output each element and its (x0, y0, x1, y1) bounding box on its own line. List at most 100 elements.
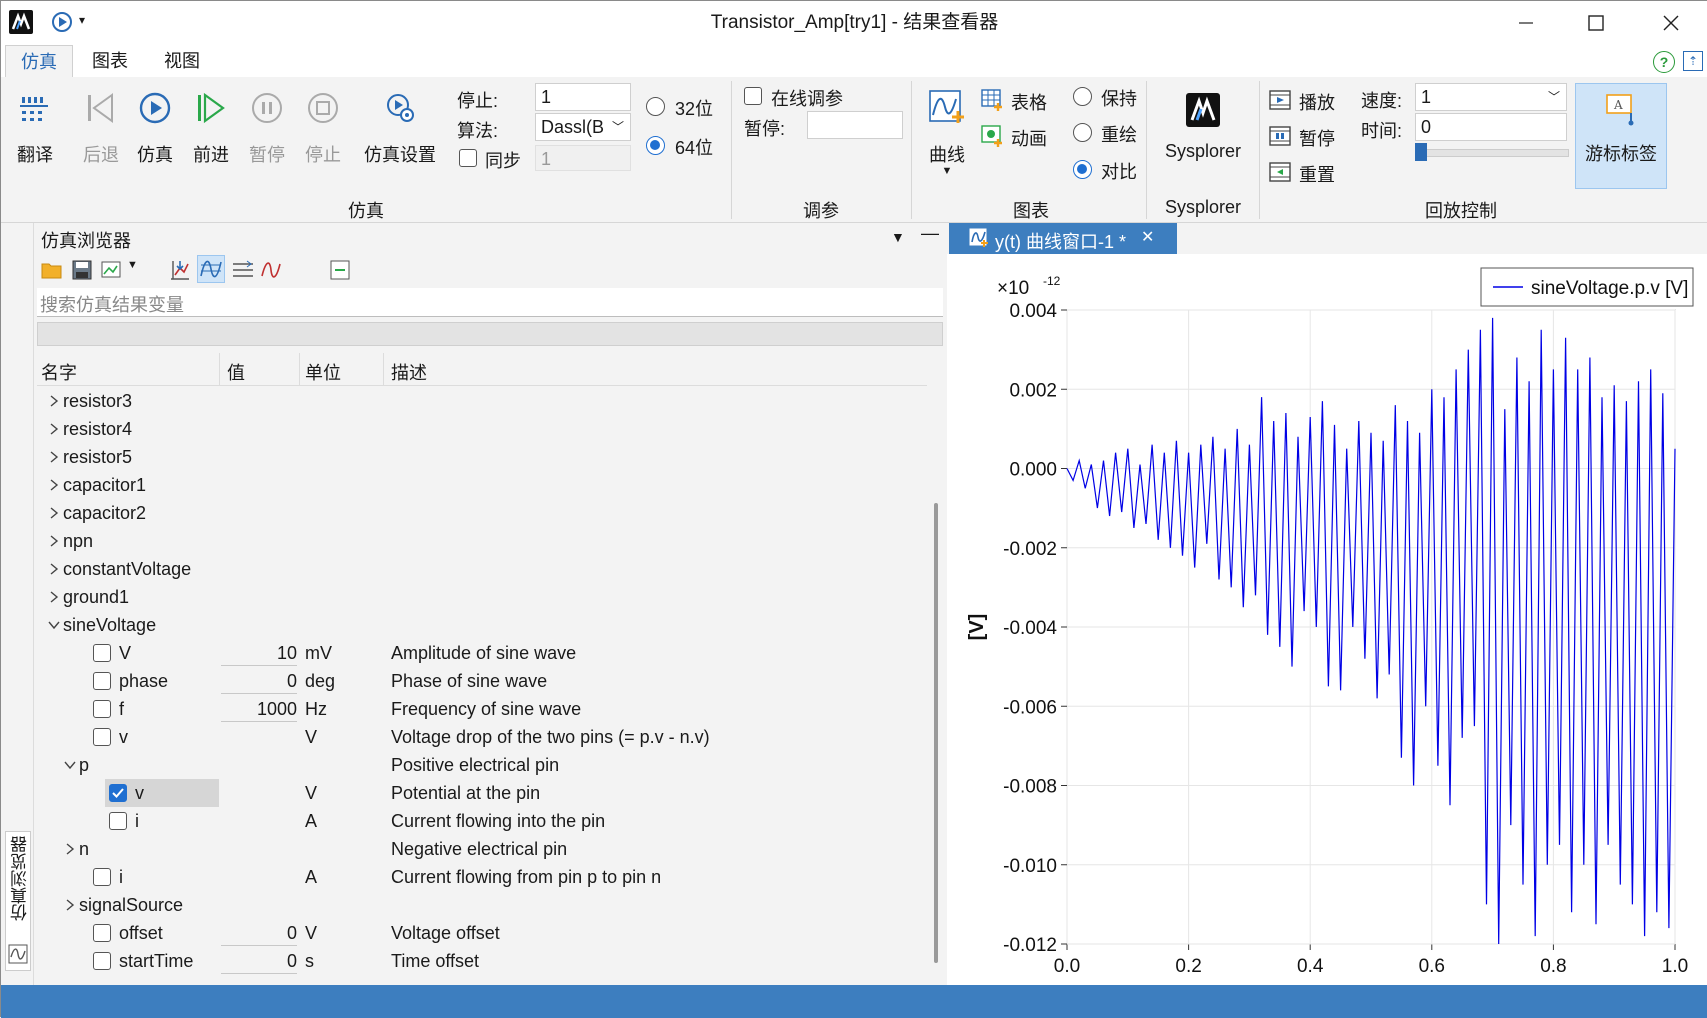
save-icon[interactable] (71, 259, 93, 281)
variable-checkbox[interactable] (93, 644, 111, 662)
tree-row[interactable]: capacitor2 (37, 499, 967, 527)
column-header-name[interactable]: 名字 (41, 359, 77, 385)
panel-menu-icon[interactable]: ▼ (891, 229, 905, 245)
variable-value-field[interactable]: 1000 (221, 697, 297, 722)
stop-button[interactable]: 停止 (295, 89, 351, 169)
tree-row[interactable]: capacitor1 (37, 471, 967, 499)
step-back-button[interactable]: 后退 (73, 89, 129, 169)
curve-button[interactable]: 曲线 ▼ (919, 89, 975, 189)
tree-row[interactable]: sineVoltage (37, 611, 967, 639)
tab-view[interactable]: 视图 (149, 45, 215, 77)
chevron-right-icon[interactable] (47, 590, 61, 604)
time-slider-track[interactable] (1415, 149, 1569, 157)
variable-checkbox[interactable] (93, 924, 111, 942)
column-header-value[interactable]: 值 (227, 359, 245, 385)
tree-row[interactable]: V 10 mV Amplitude of sine wave (37, 639, 967, 667)
keep-radio[interactable] (1073, 87, 1092, 106)
tree-row[interactable]: f 1000 Hz Frequency of sine wave (37, 695, 967, 723)
column-header-description[interactable]: 描述 (391, 359, 427, 385)
curve-mode-toggle[interactable] (197, 255, 225, 283)
simulate-button[interactable]: 仿真 (127, 89, 183, 169)
open-folder-icon[interactable] (41, 259, 63, 281)
playback-play-button[interactable]: 播放 (1269, 87, 1349, 115)
tree-row[interactable]: resistor4 (37, 415, 967, 443)
export-image-icon[interactable] (101, 259, 123, 281)
variable-checkbox[interactable] (93, 700, 111, 718)
variable-search-input[interactable]: 搜索仿真结果变量 (37, 288, 943, 317)
sync-checkbox[interactable] (459, 149, 477, 167)
tree-row[interactable]: v V Voltage drop of the two pins (= p.v - … (37, 723, 967, 751)
help-icon[interactable]: ? (1653, 51, 1675, 73)
ribbon-collapse-icon[interactable]: ⇡ (1683, 51, 1703, 71)
maximize-button[interactable] (1561, 1, 1631, 45)
column-header-unit[interactable]: 单位 (305, 359, 341, 385)
translate-button[interactable]: 翻译 (7, 89, 63, 169)
variable-checkbox[interactable] (109, 784, 127, 802)
tree-row[interactable]: i A Current flowing from pin p to pin n (37, 863, 967, 891)
tree-scrollbar[interactable] (934, 503, 938, 963)
chevron-right-icon[interactable] (47, 506, 61, 520)
chevron-right-icon[interactable] (47, 562, 61, 576)
time-input[interactable]: 0 (1415, 113, 1567, 141)
tree-row[interactable]: resistor3 (37, 387, 967, 415)
bits-32-radio[interactable] (646, 97, 665, 116)
plot-window[interactable]: 0.0 0.2 0.4 0.6 0.8 1.0 0.004 0.002 0.000 -0.002 -… (947, 254, 1707, 985)
collapse-all-icon[interactable] (329, 259, 351, 281)
tree-row[interactable]: ground1 (37, 583, 967, 611)
minimize-button[interactable] (1491, 1, 1561, 45)
chevron-right-icon[interactable] (47, 450, 61, 464)
sync-input[interactable]: 1 (535, 145, 631, 171)
animation-button[interactable]: 动画 (981, 123, 1071, 151)
sim-settings-button[interactable]: 仿真设置 (357, 89, 443, 169)
side-tab-simulation-browser[interactable]: 仿真浏览器 (5, 831, 31, 971)
bits-64-radio[interactable] (646, 136, 665, 155)
tree-row[interactable]: npn (37, 527, 967, 555)
plot-tab[interactable]: y(t) 曲线窗口-1 * ✕ (949, 223, 1177, 254)
tune-pause-input[interactable] (807, 111, 903, 139)
cursor-label-button[interactable]: A 游标标签 (1575, 83, 1667, 189)
panel-minimize-icon[interactable]: — (921, 223, 939, 244)
stop-time-input[interactable]: 1 (535, 83, 631, 111)
playback-reset-button[interactable]: 重置 (1269, 159, 1349, 187)
compare-radio[interactable] (1073, 160, 1092, 179)
chevron-right-icon[interactable] (63, 842, 77, 856)
pause-button[interactable]: 暂停 (239, 89, 295, 169)
tree-row[interactable]: n Negative electrical pin (37, 835, 967, 863)
chevron-right-icon[interactable] (47, 422, 61, 436)
import-data-icon[interactable] (169, 259, 191, 281)
algorithm-select[interactable]: Dassl(B ﹀ (535, 113, 631, 141)
close-button[interactable] (1636, 1, 1706, 45)
variable-value-field[interactable]: 0 (221, 949, 297, 974)
variable-checkbox[interactable] (93, 952, 111, 970)
speed-select[interactable]: 1 ﹀ (1415, 83, 1567, 111)
variable-checkbox[interactable] (93, 868, 111, 886)
tab-simulation[interactable]: 仿真 (5, 45, 73, 78)
tree-row[interactable]: v V Potential at the pin (37, 779, 967, 807)
export-dropdown-icon[interactable]: ▼ (127, 259, 138, 271)
step-forward-button[interactable]: 前进 (183, 89, 239, 169)
table-button[interactable]: 表格 (981, 87, 1071, 115)
variable-value-field[interactable]: 0 (221, 921, 297, 946)
list-mode-icon[interactable] (231, 258, 255, 282)
online-tune-checkbox[interactable] (744, 87, 762, 105)
redraw-radio[interactable] (1073, 123, 1092, 142)
tree-row[interactable]: startTime 0 s Time offset (37, 947, 967, 975)
tree-row[interactable]: p Positive electrical pin (37, 751, 967, 779)
variable-checkbox[interactable] (93, 728, 111, 746)
variable-value-field[interactable]: 10 (221, 641, 297, 666)
tab-chart[interactable]: 图表 (77, 45, 143, 77)
time-slider-handle[interactable] (1415, 143, 1427, 161)
signal-mode-icon[interactable] (259, 258, 283, 282)
chevron-right-icon[interactable] (47, 478, 61, 492)
tree-row[interactable]: i A Current flowing into the pin (37, 807, 967, 835)
chevron-down-icon[interactable] (63, 758, 77, 772)
curve-dropdown-icon[interactable]: ▼ (919, 165, 975, 177)
chevron-right-icon[interactable] (63, 898, 77, 912)
variable-checkbox[interactable] (93, 672, 111, 690)
tree-row[interactable]: constantVoltage (37, 555, 967, 583)
sysplorer-button[interactable]: Sysplorer (1153, 89, 1253, 169)
playback-pause-button[interactable]: 暂停 (1269, 123, 1349, 151)
plot-tab-close-icon[interactable]: ✕ (1141, 227, 1154, 247)
variable-checkbox[interactable] (109, 812, 127, 830)
tree-row[interactable]: phase 0 deg Phase of sine wave (37, 667, 967, 695)
